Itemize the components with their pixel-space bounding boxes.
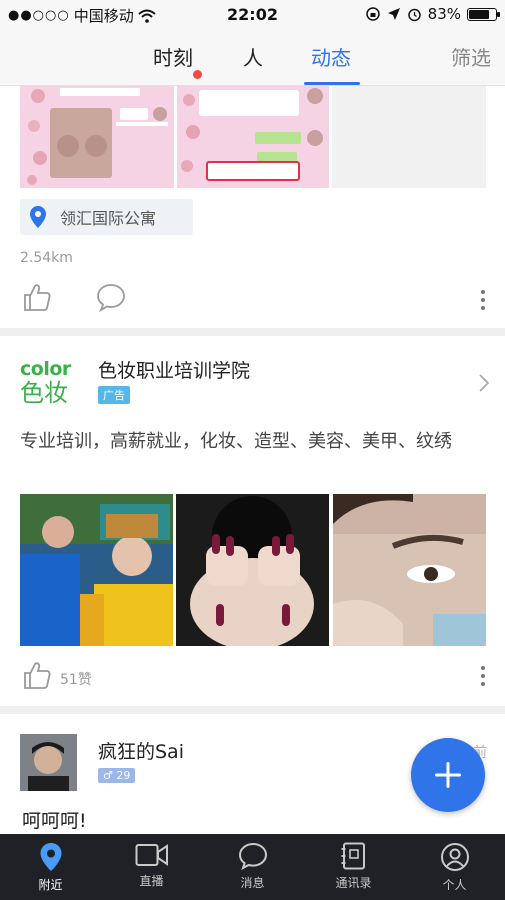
avatar[interactable] (20, 734, 77, 791)
post-actions (0, 282, 505, 318)
tab-profile[interactable]: 个人 (404, 834, 505, 900)
tab-nearby[interactable]: 附近 (0, 834, 101, 900)
location-pin-icon (30, 206, 46, 228)
tab-people[interactable]: 人 (243, 42, 263, 71)
status-right: 83% (365, 5, 500, 23)
bottom-tab-bar: 附近 直播 消息 通讯录 个人 (0, 834, 505, 900)
tab-label: 附近 (38, 878, 63, 892)
contacts-book-icon (341, 842, 365, 870)
tab-live[interactable]: 直播 (101, 834, 202, 900)
ad-body-text: 专业培训，高薪就业，化妆、造型、美容、美甲、纹绣 (20, 431, 452, 452)
post-photo[interactable] (177, 86, 329, 188)
more-options-button[interactable] (481, 290, 487, 314)
post-text: 呵呵呵! (22, 810, 87, 832)
thumbs-up-icon (24, 284, 51, 311)
advertiser-name[interactable]: 色妆职业培训学院 (98, 356, 250, 383)
video-camera-icon (135, 844, 168, 866)
gender-age-badge: ♂ 29 (98, 768, 136, 783)
notification-dot (193, 70, 202, 79)
comment-button[interactable] (96, 282, 126, 312)
top-nav: 时刻 人 动态 筛选 (0, 30, 505, 86)
thumbs-up-icon (24, 662, 51, 689)
filter-button[interactable]: 筛选 (451, 42, 491, 71)
advertiser-logo[interactable]: color 色妆 (20, 359, 76, 409)
ad-badge: 广告 (98, 386, 130, 404)
like-button[interactable] (22, 282, 52, 312)
ad-post-card: color 色妆 色妆职业培训学院 广告 专业培训，高薪就业，化妆、造型、美容、… (0, 336, 505, 706)
tab-label: 直播 (139, 874, 164, 888)
feed-post-card: 领汇国际公寓 2.54km (0, 86, 505, 328)
profile-icon (440, 843, 469, 871)
location-tag[interactable]: 领汇国际公寓 (20, 199, 193, 235)
tab-label: 消息 (240, 876, 265, 890)
battery-percent: 83% (427, 5, 461, 23)
logo-chinese-wordmark: 色妆 (20, 379, 68, 407)
location-icon (40, 843, 61, 871)
tab-messages[interactable]: 消息 (202, 834, 303, 900)
battery-icon (467, 7, 500, 21)
section-divider (0, 328, 505, 336)
rotation-lock-icon (365, 7, 380, 21)
location-name: 领汇国际公寓 (60, 209, 157, 228)
tab-moments[interactable]: 时刻 (153, 42, 193, 71)
like-button[interactable] (22, 660, 52, 690)
active-tab-indicator (304, 82, 360, 85)
chat-bubble-icon (238, 842, 267, 870)
distance-label: 2.54km (20, 250, 73, 266)
like-count: 51赞 (60, 672, 92, 688)
plus-icon (435, 762, 461, 788)
ad-photo-nails[interactable] (176, 494, 329, 646)
logo-wordmark: color (20, 358, 71, 380)
section-divider (0, 706, 505, 714)
tab-label: 个人 (442, 878, 467, 892)
more-options-button[interactable] (481, 666, 487, 690)
location-arrow-icon (387, 8, 400, 20)
post-photo[interactable] (332, 86, 486, 188)
tab-label: 通讯录 (335, 876, 372, 890)
tab-contacts[interactable]: 通讯录 (303, 834, 404, 900)
username[interactable]: 疯狂的Sai (98, 737, 184, 764)
status-bar: ●●○○○ 中国移动 22:02 83% (0, 0, 505, 30)
comment-icon (97, 284, 125, 312)
chevron-right-icon[interactable] (479, 374, 489, 392)
create-post-button[interactable] (411, 738, 485, 812)
ad-photo-makeup-artist[interactable] (20, 494, 173, 646)
post-photo[interactable] (20, 86, 174, 188)
ad-photo-eyebrow[interactable] (333, 494, 486, 646)
tab-feed[interactable]: 动态 (311, 42, 351, 71)
alarm-icon (407, 8, 421, 21)
